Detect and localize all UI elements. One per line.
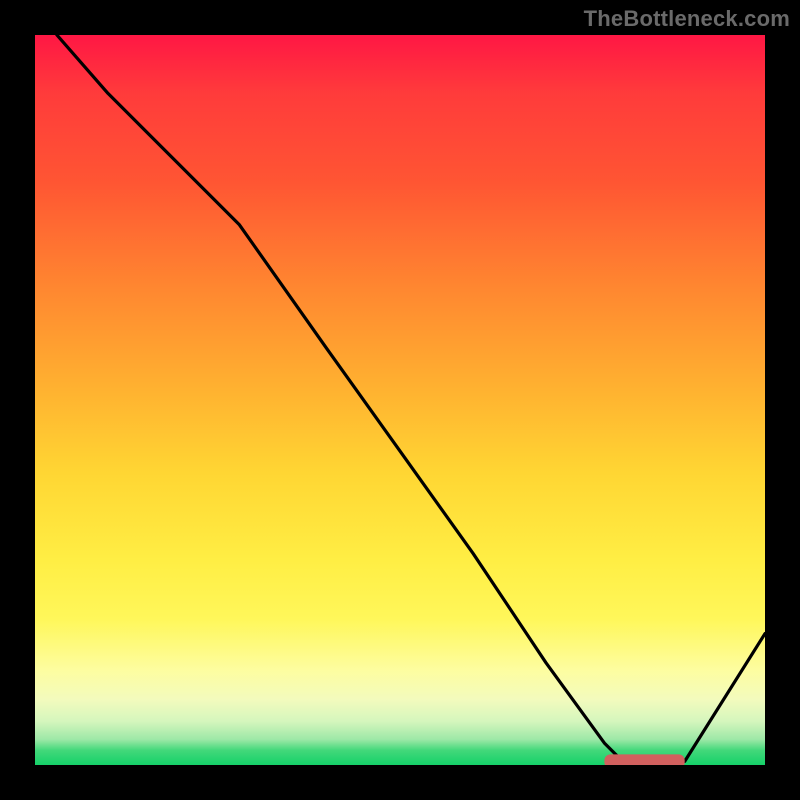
chart-container: TheBottleneck.com <box>0 0 800 800</box>
watermark-text: TheBottleneck.com <box>584 6 790 32</box>
plot-gradient-background <box>35 35 765 765</box>
